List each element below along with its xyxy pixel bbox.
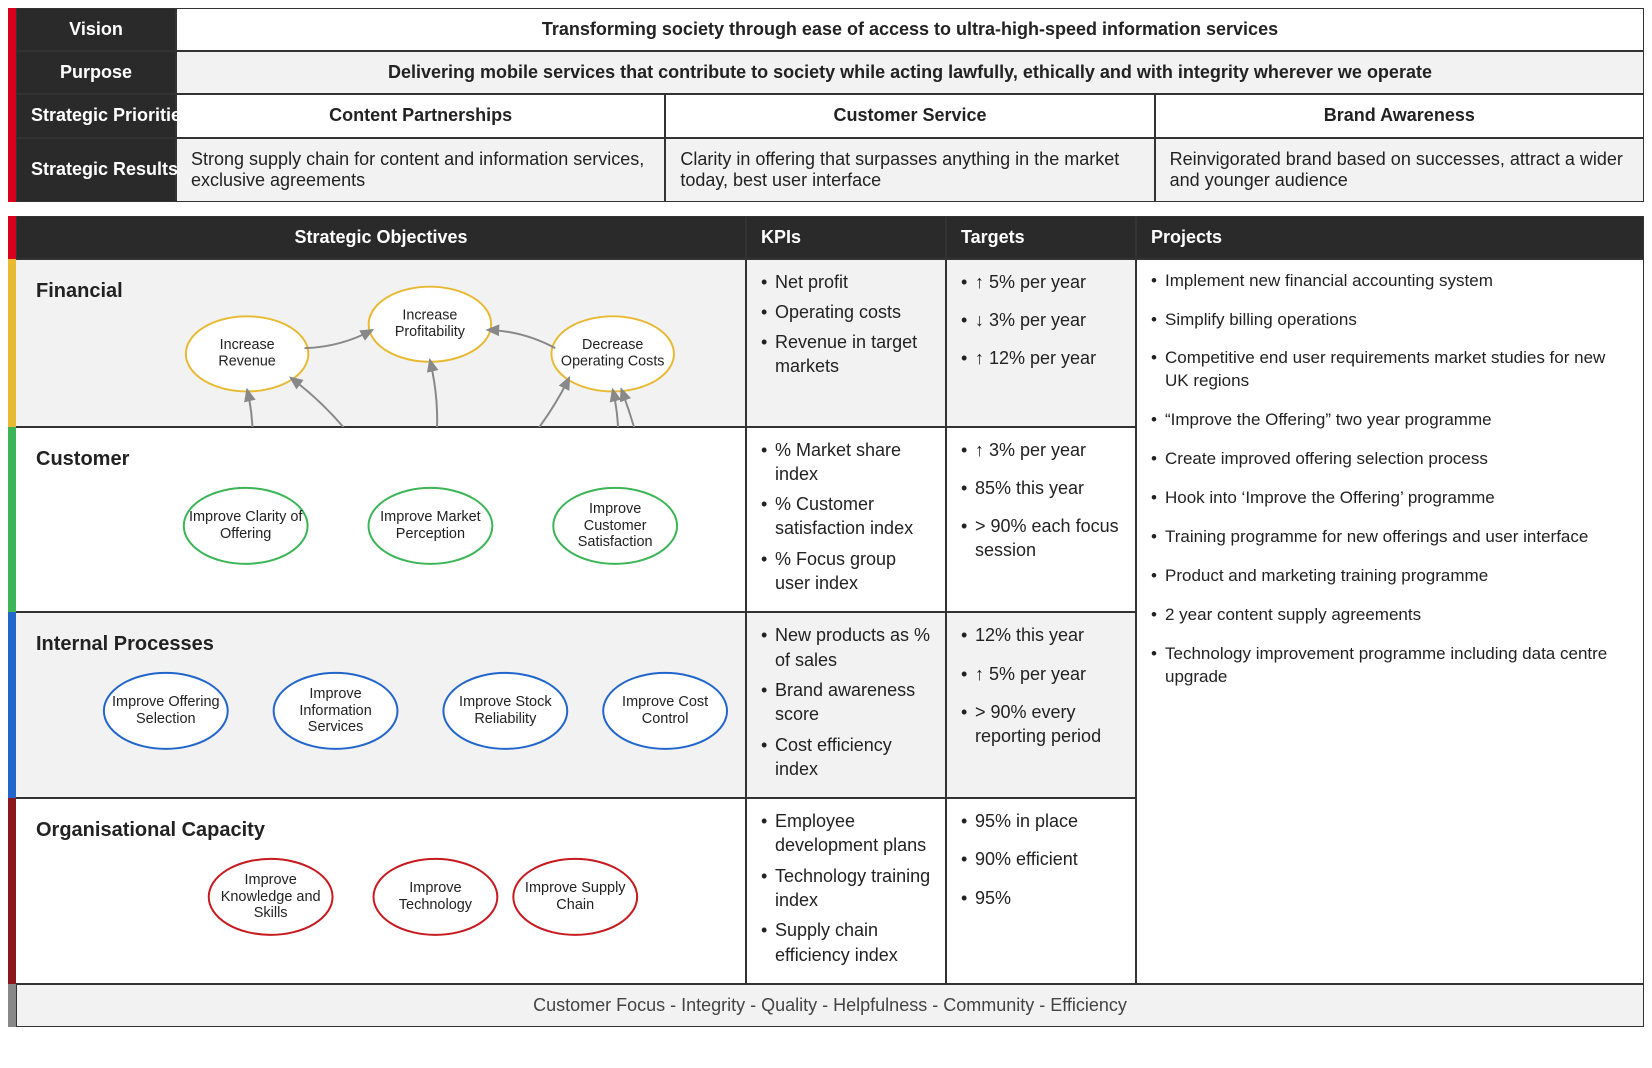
list-item: Competitive end user requirements market… [1151, 347, 1629, 393]
label-purpose: Purpose [16, 51, 176, 94]
kpis-internal: New products as % of sales Brand awarenes… [746, 612, 946, 798]
kpis-org: Employee development plans Technology tra… [746, 798, 946, 984]
header-kpis: KPIs [746, 216, 946, 259]
list-item: % Customer satisfaction index [761, 492, 931, 541]
objective-org2: Improve Technology [378, 865, 494, 929]
list-item: Revenue in target markets [761, 330, 931, 379]
values-text: Customer Focus - Integrity - Quality - H… [16, 984, 1644, 1027]
objective-org1: Improve Knowledge and Skills [213, 865, 329, 929]
list-item: ↑ 5% per year [961, 662, 1121, 686]
list-item: 95% [961, 886, 1121, 910]
result-2: Clarity in offering that surpasses anyth… [665, 138, 1154, 202]
list-item: Simplify billing operations [1151, 309, 1629, 332]
list-item: ↑ 3% per year [961, 438, 1121, 462]
stripe-internal [8, 612, 16, 798]
list-item: 85% this year [961, 476, 1121, 500]
stripe-customer [8, 427, 16, 613]
row-financial: Financial Increase Revenue Increase Profi… [8, 259, 1644, 427]
kpis-financial: Net profit Operating costs Revenue in targ… [746, 259, 946, 427]
list-item: Create improved offering selection proce… [1151, 448, 1629, 471]
targets-internal: 12% this year ↑ 5% per year > 90% every re… [946, 612, 1136, 798]
list-item: Employee development plans [761, 809, 931, 858]
list-item: ↑ 12% per year [961, 346, 1121, 370]
objective-cus1: Improve Clarity of Offering [188, 494, 304, 558]
stripe-org [8, 798, 16, 984]
objective-fin1: Increase Revenue [190, 322, 305, 385]
list-item: “Improve the Offering” two year programm… [1151, 409, 1629, 432]
header-stripe [8, 216, 16, 259]
stripe-values [8, 984, 16, 1027]
priority-3: Brand Awareness [1155, 94, 1644, 138]
list-item: New products as % of sales [761, 623, 931, 672]
priority-1: Content Partnerships [176, 94, 665, 138]
perspective-financial-label: Financial [26, 268, 133, 315]
list-item: % Focus group user index [761, 547, 931, 596]
header-objectives: Strategic Objectives [16, 216, 746, 259]
header-projects: Projects [1136, 216, 1644, 259]
list-item: Hook into ‘Improve the Offering’ program… [1151, 487, 1629, 510]
list-item: Net profit [761, 270, 931, 294]
objective-int4: Improve Cost Control [607, 679, 723, 743]
list-item: 90% efficient [961, 847, 1121, 871]
list-item: Product and marketing training programme [1151, 565, 1629, 588]
targets-customer: ↑ 3% per year 85% this year > 90% each foc… [946, 427, 1136, 613]
list-item: Supply chain efficiency index [761, 918, 931, 967]
list-item: ↑ 5% per year [961, 270, 1121, 294]
header-targets: Targets [946, 216, 1136, 259]
kpis-customer: % Market share index % Customer satisfact… [746, 427, 946, 613]
top-stripe [8, 8, 16, 202]
list-item: % Market share index [761, 438, 931, 487]
objective-int1: Improve Offering Selection [108, 679, 224, 743]
label-priorities: Strategic Priorities [16, 94, 176, 138]
list-item: Implement new financial accounting syste… [1151, 270, 1629, 293]
objective-int2: Improve Information Services [278, 679, 394, 743]
objective-cus2: Improve Market Perception [373, 494, 489, 558]
targets-org: 95% in place 90% efficient 95% [946, 798, 1136, 984]
strategy-map-table: Strategic Objectives KPIs Targets Projec… [8, 216, 1644, 1027]
list-item: Operating costs [761, 300, 931, 324]
top-summary-table: Vision Transforming society through ease… [8, 8, 1644, 202]
result-3: Reinvigorated brand based on successes, … [1155, 138, 1644, 202]
list-item: > 90% every reporting period [961, 700, 1121, 749]
list-item: > 90% each focus session [961, 514, 1121, 563]
list-item: Cost efficiency index [761, 733, 931, 782]
objective-int3: Improve Stock Reliability [447, 679, 563, 743]
targets-financial: ↑ 5% per year ↓ 3% per year ↑ 12% per year [946, 259, 1136, 427]
objective-cus3: Improve Customer Satisfaction [557, 494, 673, 558]
list-item: ↓ 3% per year [961, 308, 1121, 332]
list-item: Technology training index [761, 864, 931, 913]
label-vision: Vision [16, 8, 176, 51]
priority-2: Customer Service [665, 94, 1154, 138]
perspective-internal-label: Internal Processes [26, 621, 224, 668]
objective-fin2: Increase Profitability [373, 292, 488, 355]
result-1: Strong supply chain for content and info… [176, 138, 665, 202]
perspective-org-label: Organisational Capacity [26, 807, 275, 854]
list-item: Brand awareness score [761, 678, 931, 727]
projects-cell: Implement new financial accounting syste… [1136, 259, 1644, 984]
objective-fin3: Decrease Operating Costs [555, 322, 670, 385]
list-item: 12% this year [961, 623, 1121, 647]
list-item: 95% in place [961, 809, 1121, 833]
stripe-financial [8, 259, 16, 427]
list-item: 2 year content supply agreements [1151, 604, 1629, 627]
perspective-customer-label: Customer [26, 436, 139, 483]
vision-text: Transforming society through ease of acc… [176, 8, 1644, 51]
label-results: Strategic Results [16, 138, 176, 202]
row-values: Customer Focus - Integrity - Quality - H… [8, 984, 1644, 1027]
purpose-text: Delivering mobile services that contribu… [176, 51, 1644, 94]
list-item: Training programme for new offerings and… [1151, 526, 1629, 549]
objective-org3: Improve Supply Chain [517, 865, 633, 929]
list-item: Technology improvement programme includi… [1151, 643, 1629, 689]
